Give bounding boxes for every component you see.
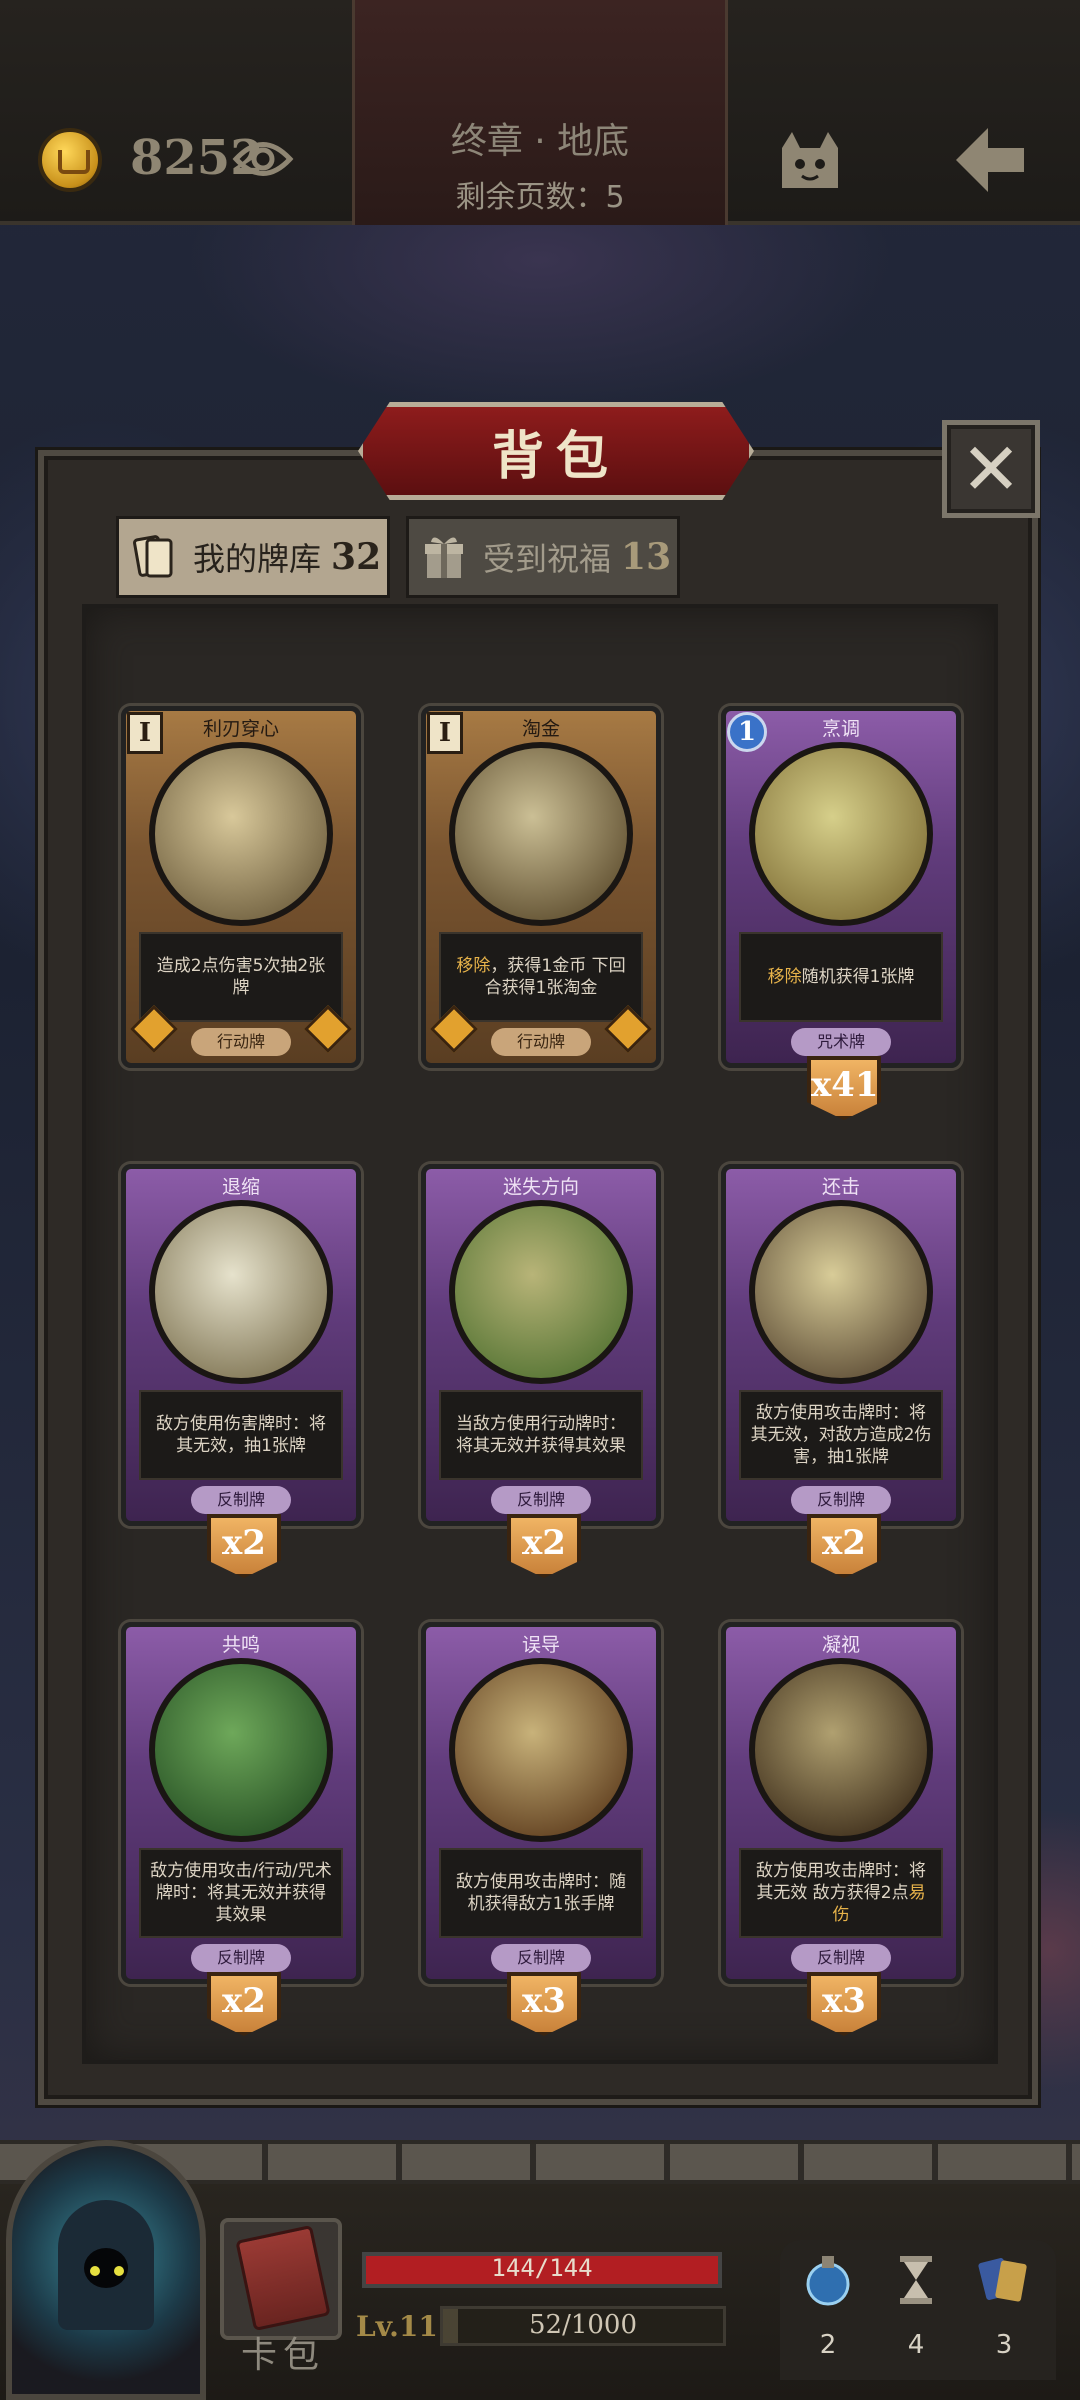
card-type: 反制牌 <box>791 1486 891 1514</box>
tab-label: 我的牌库 <box>193 540 322 578</box>
card-cost: I <box>427 712 463 754</box>
card-name: 退缩 <box>221 1176 260 1198</box>
hero-eye <box>114 2266 124 2276</box>
description-text: 敌方使用伤害牌时：将其无效，抽1张牌 <box>156 1414 326 1456</box>
gift-icon <box>425 537 463 578</box>
description-text: 造成2点伤害5次 <box>156 956 281 976</box>
keyword-highlight: 移除 <box>767 967 802 987</box>
coin-icon <box>38 128 102 192</box>
card-name: 迷失方向 <box>502 1176 579 1198</box>
card-description: 敌方使用攻击牌时：将其无效 敌方获得2点易伤 <box>739 1848 943 1938</box>
description-text: 敌方使用攻击/行动/咒术牌时：将其无效并获得其效果 <box>150 1861 332 1925</box>
fox-chef-art <box>749 742 933 926</box>
cards-resource[interactable]: 3 <box>964 2252 1044 2360</box>
chapter-title: 终章 · 地底 <box>450 121 630 162</box>
card-type: 反制牌 <box>191 1486 291 1514</box>
card[interactable]: I 淘金移除，获得1金币 下回合获得1张淘金行动牌 <box>421 706 661 1068</box>
description-text: 敌方使用攻击牌时：随机获得敌方1张手牌 <box>456 1872 626 1914</box>
green-skulls-art <box>149 1658 333 1842</box>
close-icon: ✕ <box>960 427 1022 511</box>
hourglass-count: 4 <box>907 2330 925 2360</box>
card[interactable]: I 利刃穿心造成2点伤害5次抽2张牌行动牌 <box>121 706 361 1068</box>
card-description: 敌方使用攻击牌时：将其无效，对敌方造成2伤害，抽1张牌 <box>739 1390 943 1480</box>
card-type: 反制牌 <box>791 1944 891 1972</box>
card[interactable]: 凝视敌方使用攻击牌时：将其无效 敌方获得2点易伤反制牌 <box>721 1622 961 1984</box>
card-name: 淘金 <box>521 718 560 740</box>
tab-my-deck[interactable]: 我的牌库 32 <box>116 516 390 598</box>
card[interactable]: 共鸣敌方使用攻击/行动/咒术牌时：将其无效并获得其效果反制牌 <box>121 1622 361 1984</box>
cards-count: 3 <box>995 2330 1013 2360</box>
close-button[interactable]: ✕ <box>942 420 1040 518</box>
card-pack-label: 卡包 <box>240 2335 325 2376</box>
card-description: 移除，获得1金币 下回合获得1张淘金 <box>439 932 643 1022</box>
card-name: 凝视 <box>821 1634 860 1656</box>
eye-icon[interactable] <box>232 136 294 182</box>
cards-stack-icon <box>978 2258 1027 2302</box>
hp-text: 144/144 <box>491 2254 593 2282</box>
hooded-hero-avatar <box>58 2200 154 2330</box>
card-description: 敌方使用攻击/行动/咒术牌时：将其无效并获得其效果 <box>139 1848 343 1938</box>
card-name: 利刃穿心 <box>202 718 279 740</box>
signpost-art <box>449 1200 633 1384</box>
pages-remaining: 剩余页数：5 <box>455 180 625 215</box>
card-type: 反制牌 <box>491 1944 591 1972</box>
card[interactable]: 还击敌方使用攻击牌时：将其无效，对敌方造成2伤害，抽1张牌反制牌 <box>721 1164 961 1526</box>
card-cost: I <box>127 712 163 754</box>
card-name: 还击 <box>821 1176 860 1198</box>
description-text: 随机获得1张牌 <box>801 967 915 987</box>
card-type: 行动牌 <box>491 1028 591 1056</box>
panel-title: 背包 <box>491 427 620 487</box>
gold-pan-art <box>449 742 633 926</box>
dwarf-axe-art <box>749 1200 933 1384</box>
keyword-highlight: 移除 <box>456 956 491 976</box>
xp-text: 52/1000 <box>528 2310 637 2340</box>
skull-target-art <box>449 1658 633 1842</box>
level-label: Lv.11 <box>356 2310 438 2343</box>
card-type: 反制牌 <box>491 1486 591 1514</box>
card-description: 造成2点伤害5次抽2张牌 <box>139 932 343 1022</box>
card[interactable]: 迷失方向当敌方使用行动牌时：将其无效并获得其效果反制牌 <box>421 1164 661 1526</box>
owl-art <box>749 1658 933 1842</box>
tab-label: 受到祝福 <box>483 540 612 578</box>
card-name: 烹调 <box>821 718 860 740</box>
hero-eye <box>90 2266 100 2276</box>
cards-icon <box>133 535 173 578</box>
hourglass-resource[interactable]: 4 <box>876 2252 956 2360</box>
back-arrow-icon[interactable] <box>948 118 1032 202</box>
description-text: 当敌方使用行动牌时：将其无效并获得其效果 <box>456 1414 626 1456</box>
card-description: 敌方使用攻击牌时：随机获得敌方1张手牌 <box>439 1848 643 1938</box>
tab-blessings[interactable]: 受到祝福 13 <box>406 516 680 598</box>
card-description: 当敌方使用行动牌时：将其无效并获得其效果 <box>439 1390 643 1480</box>
card-name: 误导 <box>521 1634 560 1656</box>
card[interactable]: 退缩敌方使用伤害牌时：将其无效，抽1张牌反制牌 <box>121 1164 361 1526</box>
card-description: 移除随机获得1张牌 <box>739 932 943 1022</box>
potion-icon <box>806 2256 850 2306</box>
card-cost: 1 <box>727 712 767 752</box>
card[interactable]: 误导敌方使用攻击牌时：随机获得敌方1张手牌反制牌 <box>421 1622 661 1984</box>
retreat-art <box>149 1200 333 1384</box>
card[interactable]: 1 烹调移除随机获得1张牌咒术牌 <box>721 706 961 1068</box>
potion-count: 2 <box>819 2330 837 2360</box>
potion-resource[interactable]: 2 <box>788 2252 868 2360</box>
card-description: 敌方使用伤害牌时：将其无效，抽1张牌 <box>139 1390 343 1480</box>
hourglass-icon <box>900 2256 932 2304</box>
card-type: 咒术牌 <box>791 1028 891 1056</box>
description-text: 敌方使用攻击牌时：将其无效，对敌方造成2伤害，抽1张牌 <box>750 1403 932 1467</box>
red-hood-skull-art <box>149 742 333 926</box>
cat-icon[interactable] <box>770 118 850 198</box>
description-text: ，获得1金币 下回合获得1张淘金 <box>484 956 626 998</box>
tab-count: 32 <box>331 536 382 578</box>
card-type: 反制牌 <box>191 1944 291 1972</box>
tab-count: 13 <box>621 536 672 578</box>
card-type: 行动牌 <box>191 1028 291 1056</box>
description-text: 敌方使用攻击牌时：将其无效 敌方获得2点 <box>756 1861 926 1903</box>
card-name: 共鸣 <box>221 1634 260 1656</box>
